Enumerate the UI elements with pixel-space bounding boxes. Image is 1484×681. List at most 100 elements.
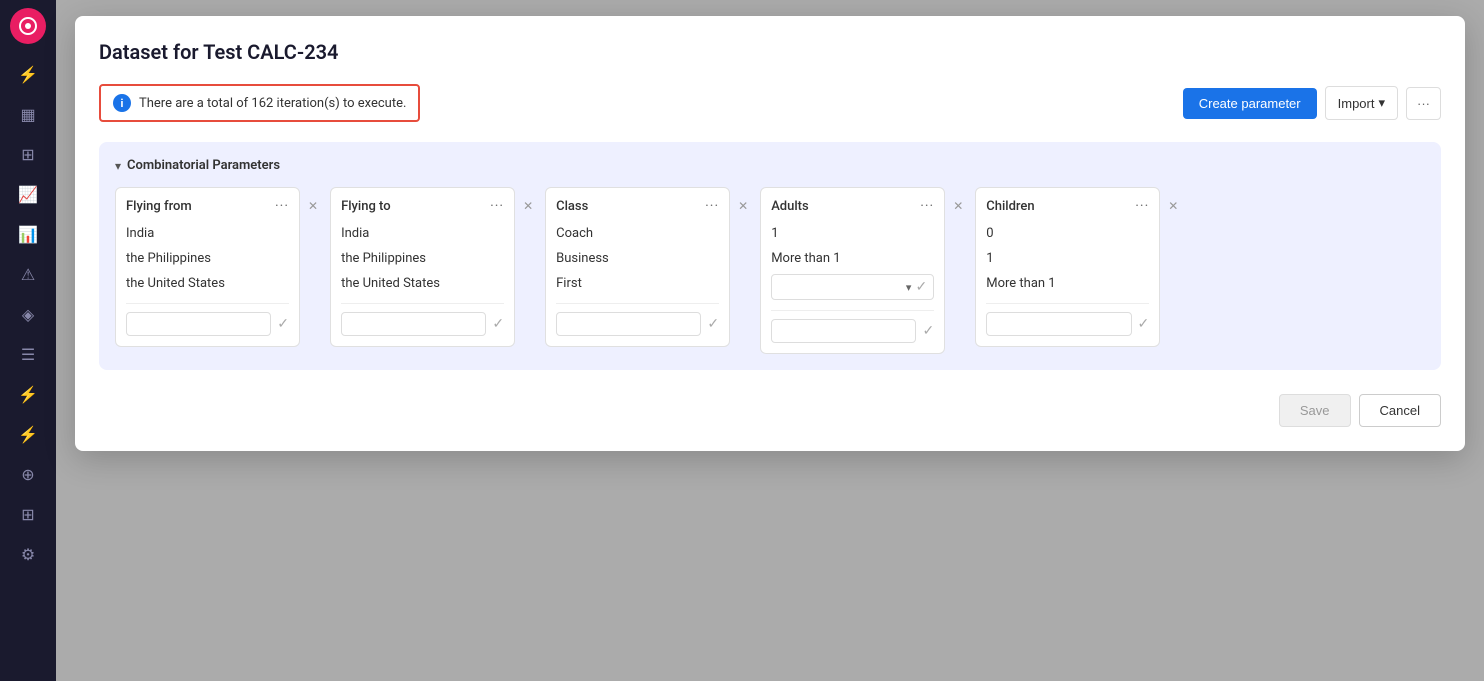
children-select[interactable] [986,312,1131,336]
list-item: the Philippines [126,249,289,268]
sidebar-item-a2[interactable]: ⚙ [10,536,46,572]
import-chevron-icon: ▾ [1378,95,1385,111]
adults-select[interactable] [771,319,916,343]
children-wrapper: Children ··· 0 1 More than 1 [975,187,1182,347]
info-bar: i There are a total of 162 iteration(s) … [99,84,1441,122]
flying-from-header: Flying from ··· [126,198,289,214]
combinatorial-parameters-section: ▾ Combinatorial Parameters Flying from ·… [99,142,1441,370]
sidebar-item-a[interactable]: ⊞ [10,136,46,172]
save-button[interactable]: Save [1279,394,1351,427]
list-item: the Philippines [341,249,504,268]
adults-dropdown-confirm-icon[interactable]: ✓ [915,279,927,295]
app-logo [10,8,46,44]
flying-from-title: Flying from [126,199,192,214]
list-item: More than 1 [986,274,1149,293]
flying-to-header: Flying to ··· [341,198,504,214]
modal-overlay: Dataset for Test CALC-234 i There are a … [56,0,1484,681]
flying-from-select[interactable] [126,312,271,336]
class-menu-icon[interactable]: ··· [705,198,719,214]
sidebar-item-c[interactable]: ⚡ [10,56,46,92]
flying-from-values: India the Philippines the United States [126,224,289,293]
list-item: India [341,224,504,243]
flying-to-values: India the Philippines the United States [341,224,504,293]
flying-from-wrapper: Flying from ··· India the Philippines th… [115,187,322,347]
main-content: Dataset for Test CALC-234 i There are a … [56,0,1484,681]
adults-confirm-icon[interactable]: ✓ [922,323,934,339]
adults-add-row: ✓ [771,310,934,343]
adults-title: Adults [771,199,809,214]
children-add-row: ✓ [986,303,1149,336]
sidebar-item-c2[interactable]: ◈ [10,296,46,332]
class-wrapper: Class ··· Coach Business First [545,187,752,347]
list-item: the United States [341,274,504,293]
sidebar-item-i[interactable]: ⚠ [10,256,46,292]
info-text: There are a total of 162 iteration(s) to… [139,96,406,111]
adults-header: Adults ··· [771,198,934,214]
list-item: More than 1 [771,249,934,268]
flying-to-close-icon[interactable]: ✕ [519,197,537,215]
class-confirm-icon[interactable]: ✓ [707,316,719,332]
flying-to-add-row: ✓ [341,303,504,336]
combo-section-header: ▾ Combinatorial Parameters [115,158,1425,173]
children-close-icon[interactable]: ✕ [1164,197,1182,215]
class-values: Coach Business First [556,224,719,293]
flying-to-confirm-icon[interactable]: ✓ [492,316,504,332]
list-item: 0 [986,224,1149,243]
sidebar-item-x2[interactable]: ⚡ [10,416,46,452]
children-card: Children ··· 0 1 More than 1 [975,187,1160,347]
class-header: Class ··· [556,198,719,214]
modal-footer: Save Cancel [99,394,1441,427]
class-card: Class ··· Coach Business First [545,187,730,347]
children-values: 0 1 More than 1 [986,224,1149,293]
import-label: Import [1338,96,1375,111]
flying-from-add-row: ✓ [126,303,289,336]
flying-from-close-icon[interactable]: ✕ [304,197,322,215]
create-parameter-button[interactable]: Create parameter [1183,88,1317,119]
sidebar-item-r1[interactable]: 📈 [10,176,46,212]
adults-dropdown-row: ▾ ✓ [771,274,934,300]
sidebar-item-s[interactable]: ☰ [10,336,46,372]
modal-title: Dataset for Test CALC-234 [99,40,1441,64]
list-item: India [126,224,289,243]
import-button[interactable]: Import ▾ [1325,86,1398,120]
adults-dropdown-chevron-icon[interactable]: ▾ [906,281,912,294]
list-item: Coach [556,224,719,243]
sidebar-item-x4[interactable]: ⊞ [10,496,46,532]
adults-card: Adults ··· 1 More than 1 ▾ ✓ [760,187,945,354]
toolbar-right: Create parameter Import ▾ ··· [1183,86,1441,120]
dataset-modal: Dataset for Test CALC-234 i There are a … [75,16,1465,451]
flying-to-card: Flying to ··· India the Philippines the … [330,187,515,347]
list-item: the United States [126,274,289,293]
sidebar: ⚡ ▦ ⊞ 📈 📊 ⚠ ◈ ☰ ⚡ ⚡ ⊕ ⊞ ⚙ [0,0,56,681]
flying-from-confirm-icon[interactable]: ✓ [277,316,289,332]
info-icon: i [113,94,131,112]
flying-to-wrapper: Flying to ··· India the Philippines the … [330,187,537,347]
combo-chevron-icon: ▾ [115,159,121,173]
flying-to-title: Flying to [341,199,391,214]
list-item: First [556,274,719,293]
adults-menu-icon[interactable]: ··· [920,198,934,214]
flying-from-menu-icon[interactable]: ··· [275,198,289,214]
info-message-box: i There are a total of 162 iteration(s) … [99,84,420,122]
class-close-icon[interactable]: ✕ [734,197,752,215]
list-item: 1 [986,249,1149,268]
cancel-button[interactable]: Cancel [1359,394,1441,427]
adults-values: 1 More than 1 ▾ ✓ [771,224,934,300]
flying-to-menu-icon[interactable]: ··· [490,198,504,214]
class-select[interactable] [556,312,701,336]
class-add-row: ✓ [556,303,719,336]
adults-close-icon[interactable]: ✕ [949,197,967,215]
flying-to-select[interactable] [341,312,486,336]
parameters-grid: Flying from ··· India the Philippines th… [115,187,1425,354]
children-confirm-icon[interactable]: ✓ [1138,316,1150,332]
sidebar-item-b[interactable]: ▦ [10,96,46,132]
sidebar-item-r2[interactable]: 📊 [10,216,46,252]
list-item: 1 [771,224,934,243]
more-options-button[interactable]: ··· [1406,87,1441,120]
sidebar-item-x3[interactable]: ⊕ [10,456,46,492]
adults-wrapper: Adults ··· 1 More than 1 ▾ ✓ [760,187,967,354]
sidebar-item-x1[interactable]: ⚡ [10,376,46,412]
children-header: Children ··· [986,198,1149,214]
class-title: Class [556,199,588,214]
children-menu-icon[interactable]: ··· [1135,198,1149,214]
